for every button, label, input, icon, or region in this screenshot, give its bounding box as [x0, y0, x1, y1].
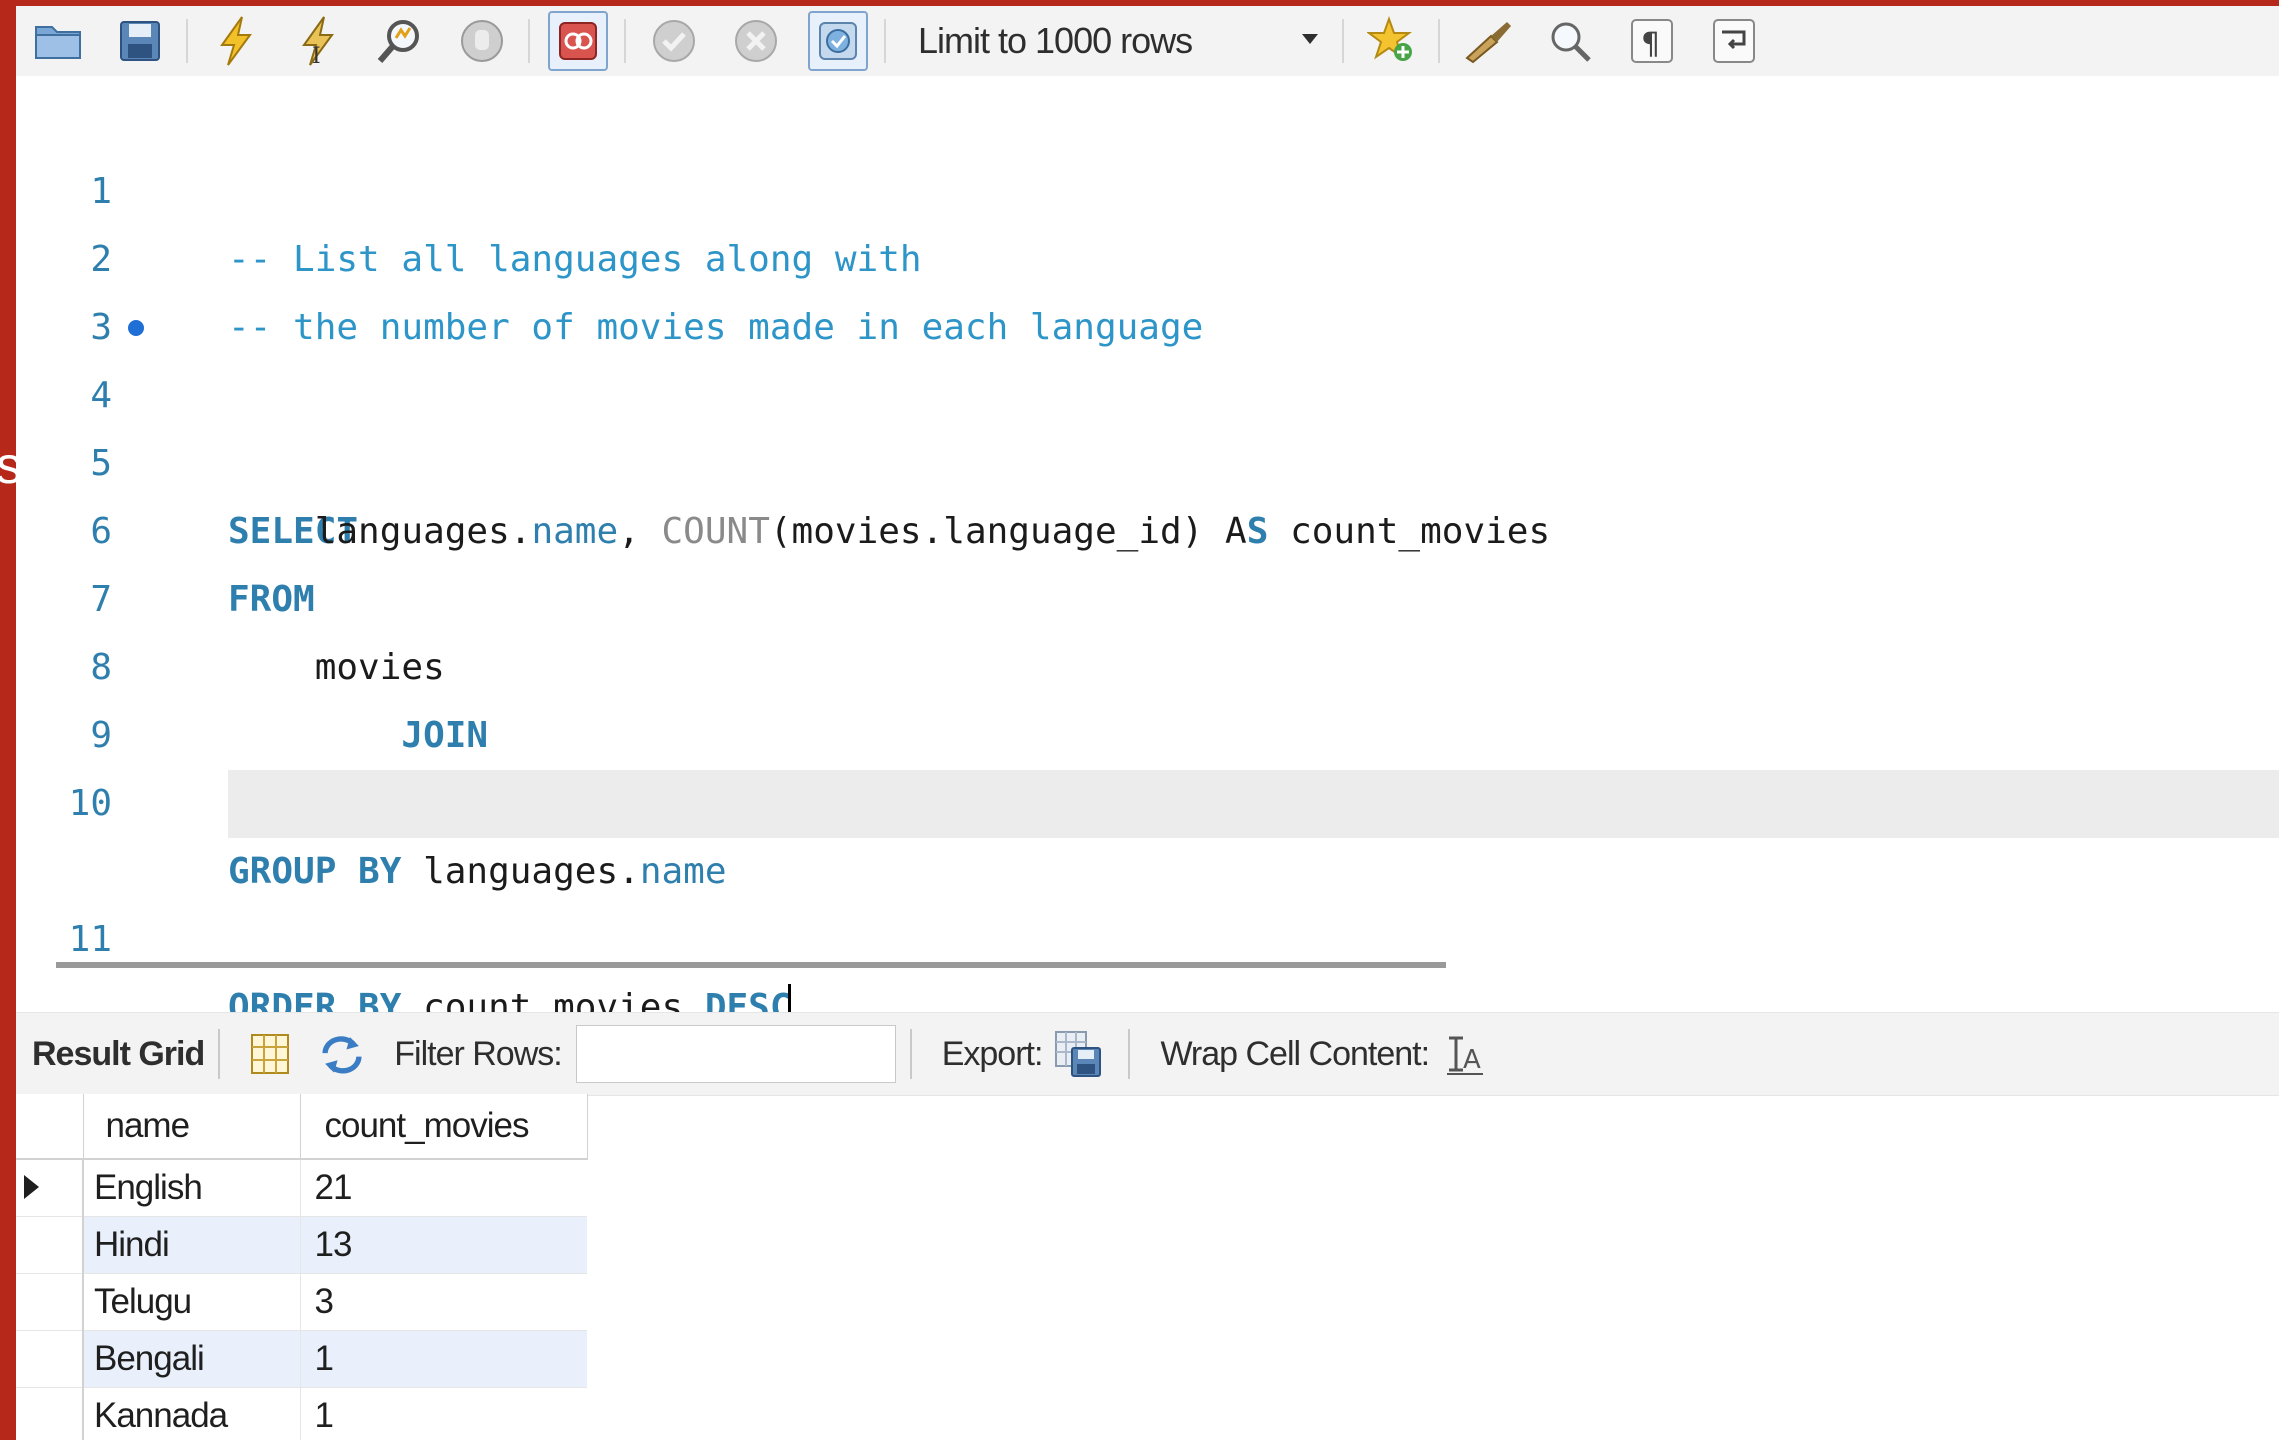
- current-row-arrow-icon: [24, 1175, 39, 1199]
- sql-editor[interactable]: 1 -- List all languages along with 2 -- …: [16, 76, 2279, 1034]
- svg-text:I: I: [312, 44, 321, 67]
- toolbar-separator: [884, 19, 886, 63]
- explain-icon[interactable]: [370, 11, 430, 71]
- cell-name[interactable]: Kannada: [83, 1387, 301, 1440]
- refresh-icon[interactable]: [318, 1030, 366, 1078]
- code-line[interactable]: 7 movies: [16, 498, 2279, 688]
- toggle-continue-on-error-icon[interactable]: [548, 11, 608, 71]
- cell-name[interactable]: Hindi: [83, 1216, 301, 1274]
- row-marker-header: [16, 1094, 84, 1160]
- beautify-icon[interactable]: [1458, 11, 1518, 71]
- code-line[interactable]: 2 -- the number of movies made in each l…: [16, 158, 2279, 348]
- filter-rows-label: Filter Rows:: [394, 1034, 562, 1073]
- toolbar-separator: [218, 1029, 221, 1079]
- mysql-workbench-query-panel: I Limit to 1000 rows ¶ 1 -- List all lan…: [16, 6, 2279, 1440]
- query-toolbar: I Limit to 1000 rows ¶: [16, 6, 2279, 77]
- result-grid-tab[interactable]: Result Grid: [32, 1035, 205, 1074]
- limit-rows-select[interactable]: Limit to 1000 rows: [902, 13, 1332, 69]
- code-line[interactable]: 5 languages.name, COUNT(movies.language_…: [16, 362, 2279, 552]
- column-header-count-movies[interactable]: count_movies: [300, 1094, 588, 1160]
- table-row[interactable]: Hindi 13: [16, 1216, 587, 1274]
- commit-icon[interactable]: [644, 11, 704, 71]
- grid-view-icon[interactable]: [246, 1030, 294, 1078]
- code-line[interactable]: 6 FROM: [16, 430, 2279, 620]
- execute-icon[interactable]: [206, 11, 266, 71]
- open-folder-icon[interactable]: [28, 11, 88, 71]
- toolbar-separator: [1438, 19, 1440, 63]
- add-snippet-star-icon[interactable]: [1362, 11, 1422, 71]
- wrap-cell-content-icon[interactable]: A: [1441, 1030, 1489, 1078]
- code-line[interactable]: 8 JOIN: [16, 566, 2279, 756]
- export-label: Export:: [941, 1034, 1044, 1073]
- svg-text:A: A: [1463, 1045, 1481, 1075]
- current-line-highlight: [228, 770, 2279, 838]
- cell-count-movies[interactable]: 1: [300, 1387, 587, 1440]
- column-header-name[interactable]: name: [83, 1094, 301, 1160]
- invisible-chars-icon[interactable]: ¶: [1622, 11, 1682, 71]
- save-icon[interactable]: [110, 11, 170, 71]
- filter-rows-input[interactable]: [575, 1025, 896, 1083]
- code-line-current[interactable]: 11 ORDER BY count_movies DESC: [16, 770, 2279, 1034]
- cell-count-movies[interactable]: 3: [300, 1273, 587, 1331]
- code-text: GROUP BY languages.name: [228, 851, 727, 892]
- row-marker[interactable]: [16, 1159, 84, 1217]
- cell-name[interactable]: Telugu: [83, 1273, 301, 1331]
- toolbar-separator: [528, 19, 530, 63]
- code-line[interactable]: 10 GROUP BY languages.name: [16, 702, 2279, 892]
- toolbar-separator: [186, 19, 188, 63]
- toolbar-separator: [909, 1029, 912, 1079]
- autocommit-icon[interactable]: [808, 11, 868, 71]
- limit-rows-value: Limit to 1000 rows: [918, 20, 1193, 61]
- execute-current-icon[interactable]: I: [288, 11, 348, 71]
- panel-splitter[interactable]: [56, 962, 1446, 968]
- table-row[interactable]: Bengali 1: [16, 1330, 587, 1388]
- table-row[interactable]: Telugu 3: [16, 1273, 587, 1331]
- result-table: name count_movies English 21 Hindi 13 Te…: [16, 1094, 588, 1440]
- code-line[interactable]: 1 -- List all languages along with: [16, 90, 2279, 280]
- result-grid: name count_movies English 21 Hindi 13 Te…: [16, 1094, 588, 1440]
- chevron-down-icon: [1302, 34, 1318, 44]
- result-toolbar: Result Grid Filter Rows: Export: Wrap Ce…: [16, 1012, 2279, 1096]
- toolbar-separator: [624, 19, 626, 63]
- cell-count-movies[interactable]: 1: [300, 1330, 587, 1388]
- export-icon[interactable]: [1054, 1030, 1102, 1078]
- code-line[interactable]: 3: [16, 226, 2279, 348]
- cell-count-movies[interactable]: 21: [300, 1159, 587, 1217]
- table-header-row: name count_movies: [16, 1094, 588, 1160]
- statement-marker-icon: [128, 320, 144, 336]
- row-marker[interactable]: [16, 1387, 84, 1440]
- row-marker[interactable]: [16, 1273, 84, 1331]
- toolbar-separator: [1128, 1029, 1131, 1079]
- wrap-cell-content-label: Wrap Cell Content:: [1160, 1034, 1430, 1073]
- code-line[interactable]: 9 languages ON movies.language_id = lang…: [16, 634, 2279, 824]
- code-line[interactable]: 4 SELECT: [16, 294, 2279, 552]
- cell-name[interactable]: English: [83, 1159, 301, 1217]
- cell-count-movies[interactable]: 13: [300, 1216, 587, 1274]
- find-icon[interactable]: [1540, 11, 1600, 71]
- rollback-icon[interactable]: [726, 11, 786, 71]
- cell-name[interactable]: Bengali: [83, 1330, 301, 1388]
- row-marker[interactable]: [16, 1330, 84, 1388]
- table-row[interactable]: English 21: [16, 1159, 587, 1217]
- stop-icon[interactable]: [452, 11, 512, 71]
- word-wrap-icon[interactable]: [1704, 11, 1764, 71]
- toolbar-separator: [1342, 19, 1344, 63]
- table-row[interactable]: Kannada 1: [16, 1387, 587, 1440]
- svg-text:¶: ¶: [1641, 27, 1660, 62]
- row-marker[interactable]: [16, 1216, 84, 1274]
